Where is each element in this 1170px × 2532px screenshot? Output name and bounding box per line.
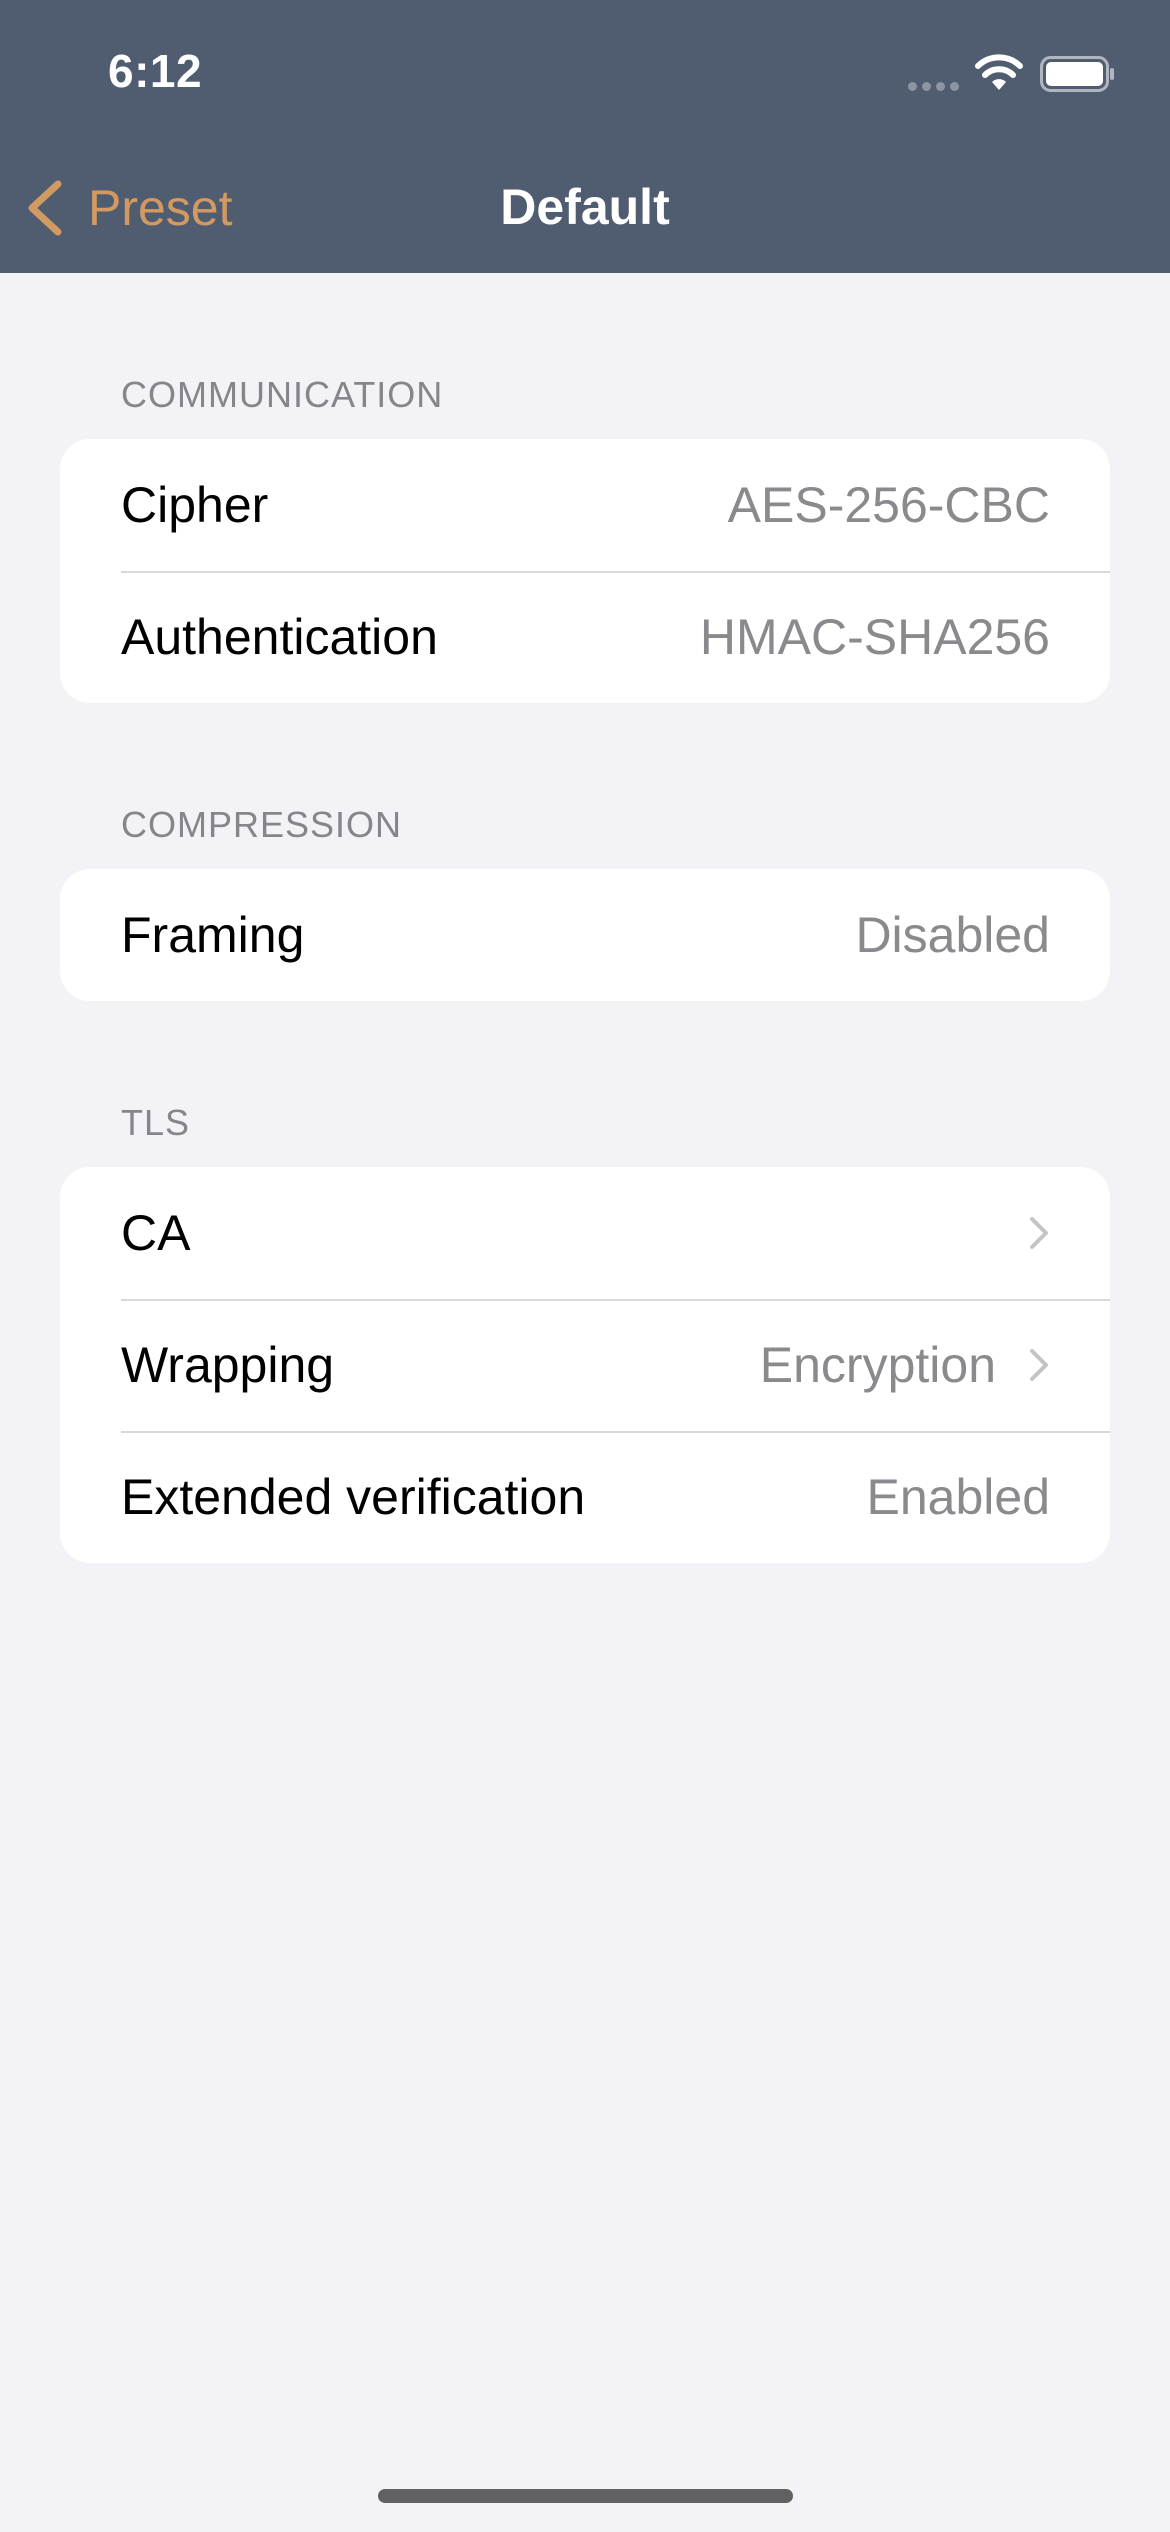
row-extended-verification[interactable]: Extended verification Enabled xyxy=(60,1431,1110,1563)
section-header-communication: COMMUNICATION xyxy=(121,374,444,415)
section-header-tls: TLS xyxy=(121,1102,191,1143)
row-value: Disabled xyxy=(855,907,1050,963)
navigation-bar: 6:12 Preset Default xyxy=(0,0,1170,273)
section-header-compression: COMPRESSION xyxy=(121,804,403,845)
chevron-right-icon xyxy=(1030,1217,1048,1249)
row-value: HMAC-SHA256 xyxy=(699,609,1050,665)
row-framing[interactable]: Framing Disabled xyxy=(60,869,1110,1001)
tls-group: CA Wrapping Encryption Extended verifica… xyxy=(60,1167,1110,1563)
row-cipher[interactable]: Cipher AES-256-CBC xyxy=(60,439,1110,571)
row-label: Framing xyxy=(121,907,305,963)
row-wrapping[interactable]: Wrapping Encryption xyxy=(60,1299,1110,1431)
home-indicator[interactable] xyxy=(378,2489,793,2503)
cellular-signal-icon xyxy=(908,82,960,92)
compression-group: Framing Disabled xyxy=(60,869,1110,1001)
wifi-icon xyxy=(975,54,1023,90)
battery-icon xyxy=(1040,56,1114,92)
row-value: Encryption xyxy=(759,1337,996,1393)
row-value: AES-256-CBC xyxy=(727,477,1050,533)
row-label: Extended verification xyxy=(121,1469,586,1525)
row-authentication[interactable]: Authentication HMAC-SHA256 xyxy=(60,571,1110,703)
row-value: Enabled xyxy=(866,1469,1051,1525)
status-time: 6:12 xyxy=(108,45,203,97)
page-title: Default xyxy=(500,179,670,235)
row-ca[interactable]: CA xyxy=(60,1167,1110,1299)
row-label: Wrapping xyxy=(121,1337,335,1393)
row-label: Cipher xyxy=(121,477,269,533)
row-label: CA xyxy=(121,1205,191,1261)
chevron-right-icon xyxy=(1030,1349,1048,1381)
row-label: Authentication xyxy=(121,609,438,665)
communication-group: Cipher AES-256-CBC Authentication HMAC-S… xyxy=(60,439,1110,703)
